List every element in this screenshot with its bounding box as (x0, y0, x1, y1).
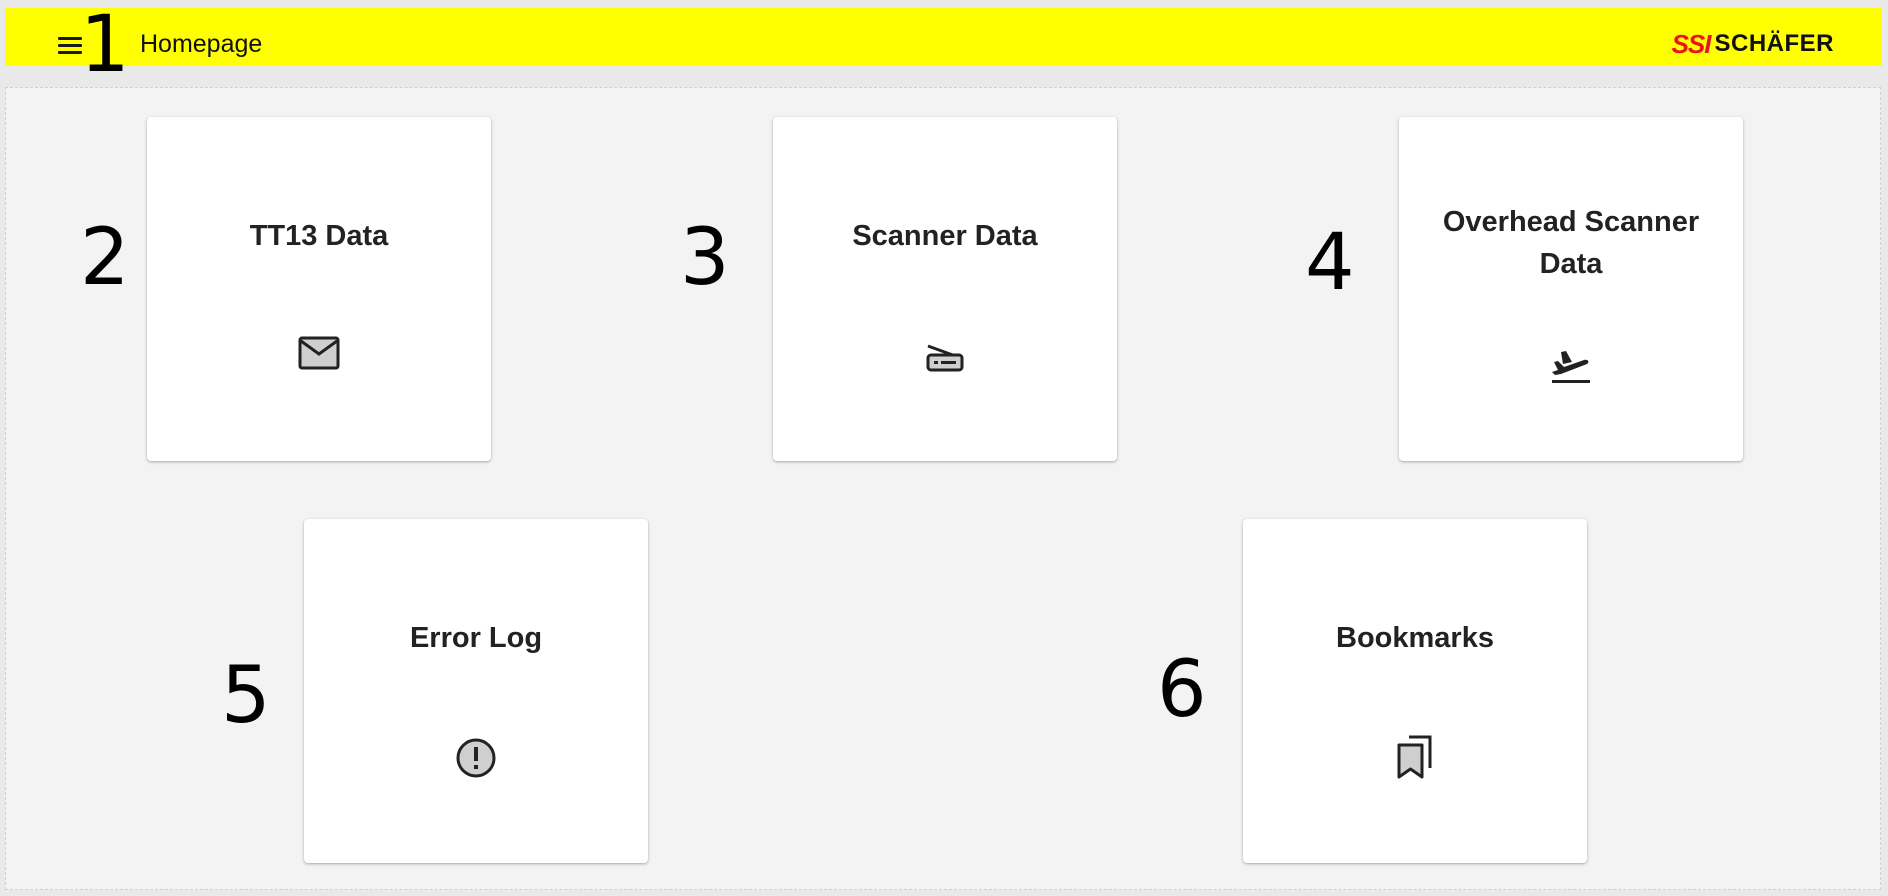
mail-icon (298, 336, 340, 370)
page-title: Homepage (140, 30, 263, 58)
logo-mark: SSI (1671, 28, 1712, 59)
flight-takeoff-icon (1549, 348, 1593, 386)
marker-4: 4 (1305, 218, 1355, 308)
card-scanner-data[interactable]: Scanner Data (773, 117, 1117, 461)
card-tt13-data[interactable]: TT13 Data (147, 117, 491, 461)
hamburger-menu-icon[interactable] (58, 37, 82, 55)
error-icon (455, 737, 497, 779)
marker-1: 1 (80, 0, 130, 90)
logo-name: SCHÄFER (1714, 30, 1834, 57)
marker-5: 5 (221, 651, 271, 741)
tile-grid: TT13 Data Scanner Data Overhead Scanner … (5, 87, 1881, 890)
card-title: Error Log (409, 622, 543, 654)
ssi-schaefer-logo: SSI SCHÄFER (1671, 28, 1834, 59)
top-bar: Homepage SSI SCHÄFER (5, 8, 1882, 66)
marker-6: 6 (1157, 645, 1207, 735)
card-title: Scanner Data (852, 220, 1038, 252)
scanner-icon (925, 339, 965, 373)
card-bookmarks[interactable]: Bookmarks (1243, 519, 1587, 863)
card-title: Overhead Scanner Data (1442, 206, 1700, 280)
marker-2: 2 (80, 213, 130, 303)
card-title: TT13 Data (249, 220, 389, 252)
bookmarks-icon (1395, 734, 1435, 780)
card-overhead-scanner-data[interactable]: Overhead Scanner Data (1399, 117, 1743, 461)
card-title: Bookmarks (1336, 622, 1494, 654)
card-error-log[interactable]: Error Log (304, 519, 648, 863)
marker-3: 3 (680, 213, 730, 303)
